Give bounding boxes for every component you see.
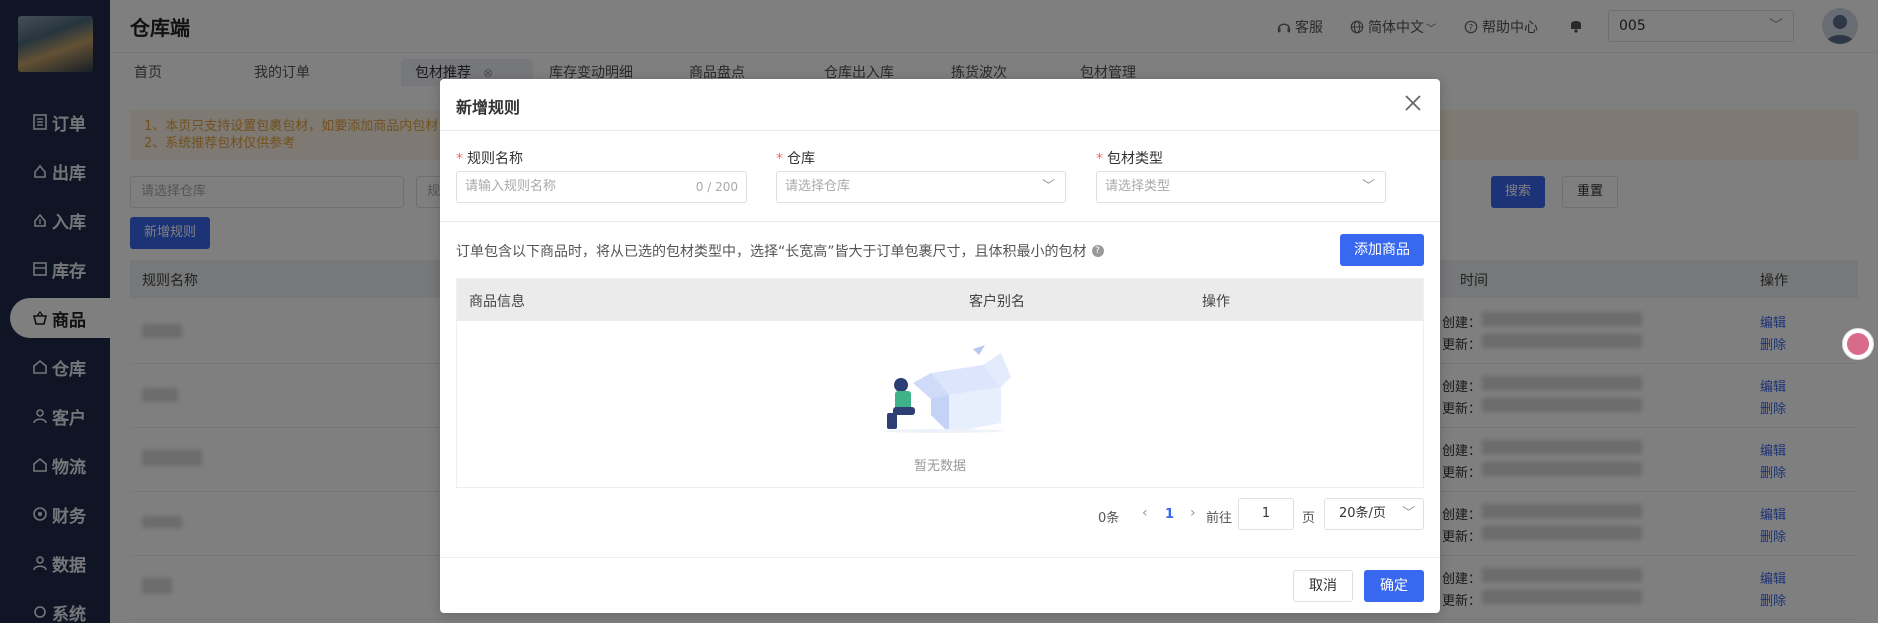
product-table: 商品信息 客户别名 操作 暂无数据 [456, 278, 1424, 488]
dialog-header: 新增规则 [440, 79, 1440, 131]
package-type-select[interactable]: 请选择类型 ﹀ [1096, 171, 1386, 203]
divider [440, 221, 1440, 222]
question-icon[interactable]: ? [1091, 245, 1104, 257]
pagination-page-label: 页 [1302, 511, 1316, 526]
rule-name-input[interactable]: 请输入规则名称 0 / 200 [456, 171, 747, 203]
add-product-button[interactable]: 添加商品 [1340, 234, 1424, 266]
empty-box-illustration [883, 345, 1011, 433]
product-table-header: 商品信息 客户别名 操作 [457, 279, 1423, 321]
chevron-right-icon[interactable]: › [1190, 505, 1196, 521]
dialog-title: 新增规则 [456, 98, 521, 117]
warehouse-select[interactable]: 请选择仓库 ﹀ [776, 171, 1066, 203]
chevron-left-icon[interactable]: ‹ [1142, 505, 1148, 521]
rule-name-label: * 规则名称 [456, 151, 523, 167]
cancel-button[interactable]: 取消 [1293, 570, 1353, 602]
confirm-button[interactable]: 确定 [1364, 570, 1424, 602]
chevron-down-icon: ﹀ [1401, 506, 1415, 521]
close-icon[interactable] [1402, 92, 1424, 114]
pagination-total: 0条 [1098, 511, 1120, 526]
translate-icon [1847, 333, 1869, 355]
chevron-down-icon: ﹀ [1041, 179, 1055, 194]
pagination-goto-input[interactable]: 1 [1238, 498, 1294, 530]
assistant-float-button[interactable] [1842, 328, 1874, 360]
chevron-down-icon: ﹀ [1361, 179, 1375, 194]
warehouse-label: * 仓库 [776, 151, 815, 167]
page-size-select[interactable]: 20条/页 ﹀ [1324, 498, 1424, 530]
divider [440, 557, 1440, 558]
rule-description: 订单包含以下商品时，将从已选的包材类型中，选择“长宽高”皆大于订单包裹尺寸，且体… [456, 241, 1104, 261]
pagination-goto-label: 前往 [1206, 511, 1233, 526]
empty-text: 暂无数据 [913, 459, 966, 474]
new-rule-dialog: 新增规则 * 规则名称 请输入规则名称 0 / 200 * 仓库 请选择仓库 ﹀ *… [440, 79, 1440, 613]
package-type-label: * 包材类型 [1096, 151, 1163, 167]
char-counter: 0 / 200 [695, 180, 738, 194]
pagination-page-1[interactable]: 1 [1165, 507, 1174, 522]
